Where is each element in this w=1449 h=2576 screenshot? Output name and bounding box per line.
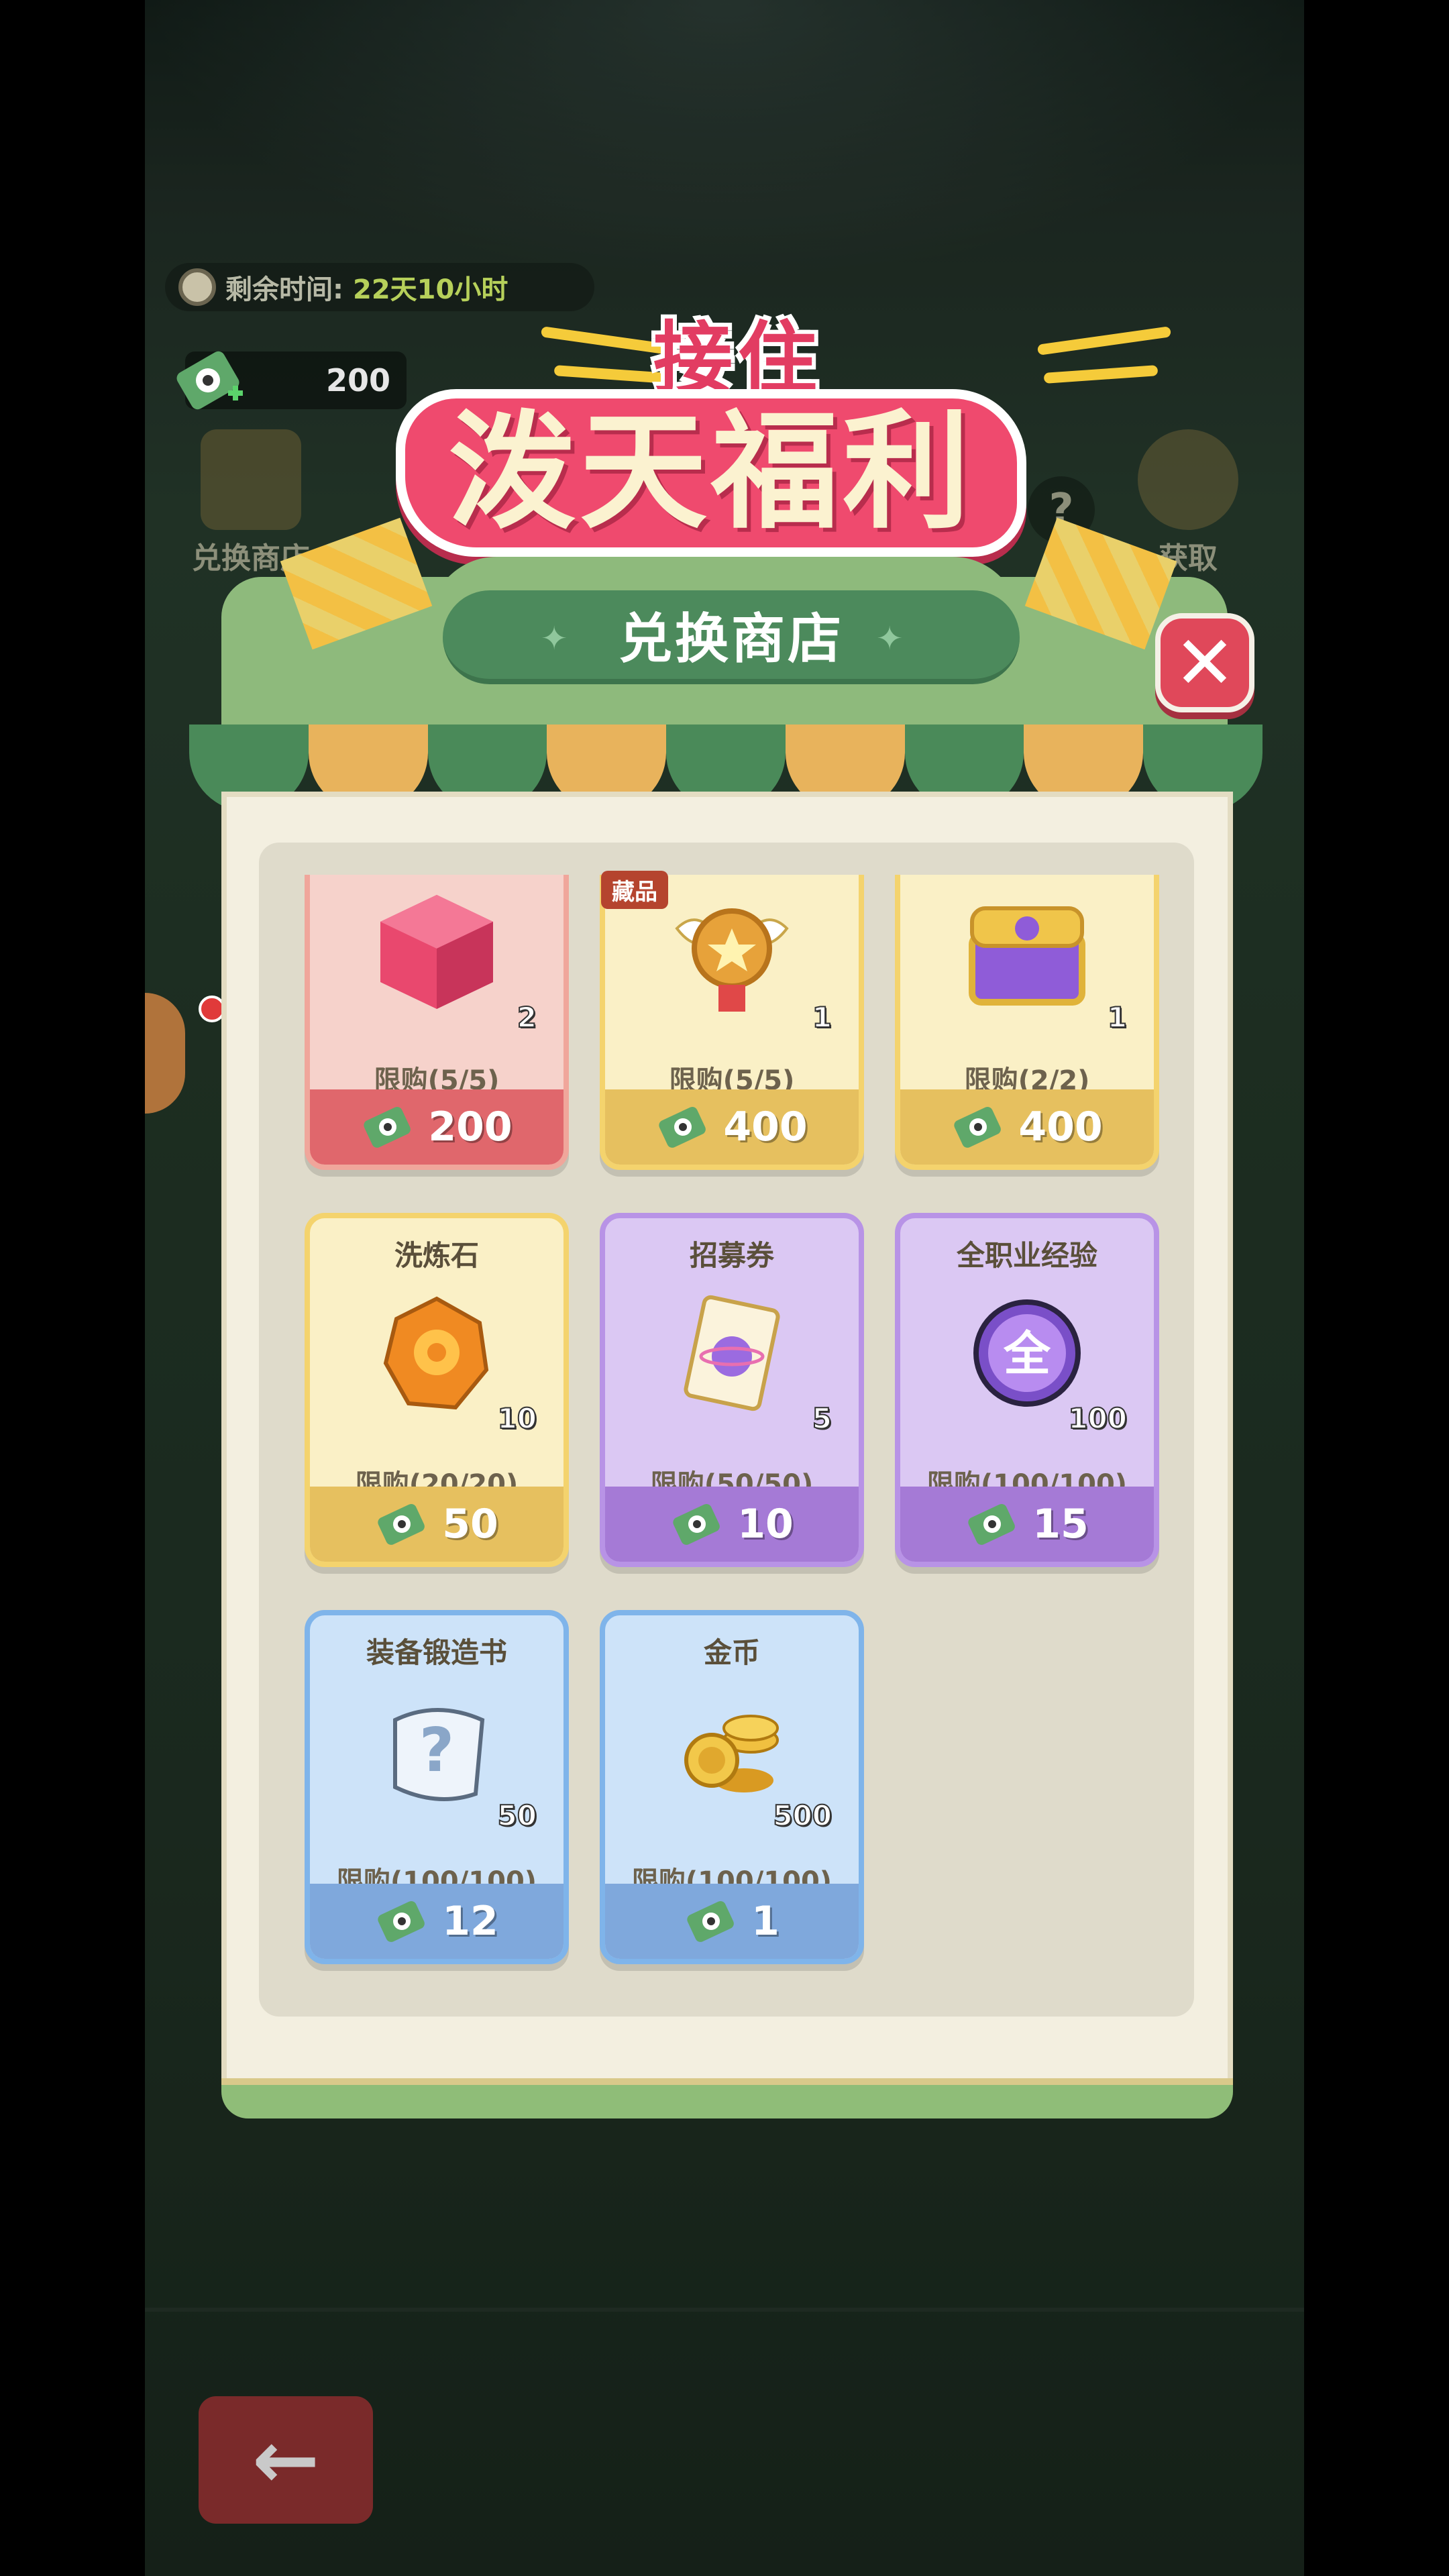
price-amount: 15	[1032, 1501, 1089, 1548]
sparkle-icon: ✦	[541, 620, 568, 657]
price-button[interactable]: 10	[605, 1487, 859, 1562]
shop-item-card[interactable]: 2 限购(5/5) 200	[305, 875, 569, 1170]
item-count: 2	[517, 1000, 537, 1034]
shop-title-bar: 兑换商店	[443, 590, 1020, 684]
item-count: 10	[497, 1401, 537, 1436]
recruit-ticket-icon	[684, 1295, 780, 1411]
item-count: 100	[1067, 1401, 1128, 1436]
close-button[interactable]: ✕	[1155, 613, 1254, 712]
ticket-currency-icon	[673, 1504, 720, 1545]
price-button[interactable]: 12	[310, 1884, 564, 1959]
back-button[interactable]: ←	[199, 2396, 373, 2524]
currency-display[interactable]: 200	[176, 351, 407, 410]
item-name: 洗炼石	[394, 1239, 479, 1272]
trophy-icon	[1138, 429, 1238, 530]
shop-item-card[interactable]: 1 限购(5/5) 400	[600, 875, 864, 1170]
price-button[interactable]: 50	[310, 1487, 564, 1562]
item-count: 50	[497, 1799, 537, 1833]
shop-item-card[interactable]: 洗炼石 10 限购(20/20) 50	[305, 1213, 569, 1567]
ticket-currency-icon	[659, 1107, 706, 1148]
shop-stall-icon	[201, 429, 301, 530]
ticket-currency-icon	[176, 351, 243, 410]
item-count: 1	[812, 1000, 833, 1034]
refine-stone-icon	[383, 1296, 489, 1410]
item-count: 1	[1107, 1000, 1128, 1034]
shop-item-card[interactable]: 全职业经验 全 100 限购(100/100) 15	[895, 1213, 1159, 1567]
winged-medal-icon	[675, 908, 789, 1012]
price-button[interactable]: 400	[900, 1089, 1154, 1165]
red-cube-icon	[380, 895, 493, 1009]
timer-value: 22天10小时	[353, 274, 508, 305]
ticket-currency-icon	[378, 1901, 425, 1942]
price-button[interactable]: 400	[605, 1089, 859, 1165]
item-name: 装备锻造书	[366, 1636, 507, 1669]
timer-label: 剩余时间:	[225, 274, 343, 305]
currency-value: 200	[325, 362, 390, 398]
price-amount: 12	[442, 1898, 498, 1945]
price-amount: 400	[1018, 1104, 1103, 1150]
ticket-currency-icon	[687, 1901, 734, 1942]
banner-line2: 泼天福利	[396, 389, 1026, 557]
ticket-currency-icon	[954, 1107, 1002, 1148]
treasure-chest-icon	[969, 906, 1085, 1006]
price-amount: 50	[442, 1501, 498, 1548]
price-button[interactable]: 15	[900, 1487, 1154, 1562]
ticket-currency-icon	[968, 1504, 1016, 1545]
price-amount: 200	[428, 1104, 513, 1150]
back-arrow-icon: ←	[252, 2413, 320, 2507]
shop-item-card[interactable]: 招募券 5 限购(50/50) 10	[600, 1213, 864, 1567]
shop-title: 兑换商店	[619, 608, 844, 670]
ticket-currency-icon	[364, 1107, 411, 1148]
price-button[interactable]: 1	[605, 1884, 859, 1959]
price-amount: 400	[723, 1104, 808, 1150]
shop-item-card[interactable]: 1 限购(2/2) 400	[895, 875, 1159, 1170]
event-timer: 剩余时间: 22天10小时	[165, 263, 594, 311]
price-button[interactable]: 200	[310, 1089, 564, 1165]
collectible-tag: 藏品	[601, 871, 668, 909]
ticket-currency-icon	[378, 1504, 425, 1545]
close-icon: ✕	[1173, 620, 1236, 706]
sparkle-icon: ✦	[876, 620, 904, 657]
shop-item-card[interactable]: 金币 500 限购(100/100) 1	[600, 1610, 864, 1964]
price-amount: 1	[751, 1898, 780, 1945]
shop-item-card[interactable]: 装备锻造书 ? 50 限购(100/100) 12	[305, 1610, 569, 1964]
svg-text:全: 全	[1003, 1326, 1051, 1381]
item-count: 500	[772, 1799, 833, 1833]
game-viewport: 剩余时间: 22天10小时 200 兑换商店 获取 ? 接住 泼天福利 兑换商店	[145, 0, 1304, 2576]
item-name: 招募券	[689, 1239, 774, 1272]
svg-text:?: ?	[419, 1715, 454, 1786]
price-amount: 10	[737, 1501, 794, 1548]
exchange-shop-button[interactable]: 兑换商店	[192, 429, 310, 577]
item-name: 全职业经验	[956, 1239, 1097, 1272]
shop-panel-footer	[221, 2078, 1233, 2118]
item-count: 5	[812, 1401, 833, 1436]
clock-icon	[178, 268, 216, 306]
item-name: 金币	[703, 1636, 760, 1669]
forge-scroll-icon: ?	[393, 1708, 485, 1801]
